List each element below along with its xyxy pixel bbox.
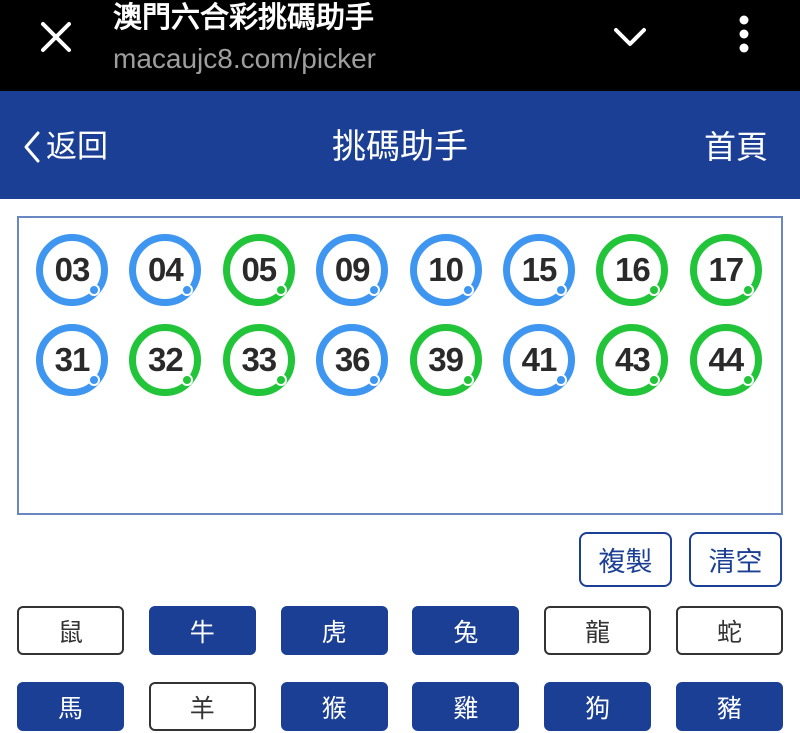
number-ball-value: 32 [148, 341, 184, 378]
number-ball-value: 15 [521, 251, 558, 288]
ball-highlight-icon [555, 284, 567, 296]
number-ball-value: 04 [148, 251, 184, 288]
number-ball[interactable]: 03 [36, 234, 108, 306]
number-ball-value: 10 [428, 251, 464, 288]
number-ball-value: 43 [615, 341, 651, 378]
number-ball[interactable]: 17 [689, 234, 762, 306]
number-ball-value: 33 [241, 341, 277, 378]
number-ball-value: 16 [615, 251, 651, 288]
zodiac-button[interactable]: 虎 [280, 606, 388, 655]
number-ball[interactable]: 41 [503, 324, 575, 396]
ball-highlight-icon [461, 284, 474, 296]
number-ball-value: 09 [334, 251, 371, 288]
number-ball-value: 39 [428, 341, 464, 378]
number-ball[interactable]: 33 [222, 324, 295, 396]
zodiac-button[interactable]: 羊 [148, 682, 256, 731]
zodiac-button[interactable]: 馬 [17, 682, 124, 731]
number-ball-value: 03 [54, 251, 91, 288]
number-ball[interactable]: 10 [409, 234, 482, 306]
ball-highlight-icon [274, 284, 287, 296]
number-ball[interactable]: 15 [503, 234, 575, 306]
clear-button[interactable]: 清空 [689, 532, 782, 587]
more-vert-icon[interactable] [728, 12, 760, 60]
zodiac-button[interactable]: 雞 [412, 682, 520, 731]
number-ball-value: 17 [708, 251, 744, 288]
close-icon[interactable] [36, 17, 76, 57]
ball-highlight-icon [181, 284, 194, 296]
number-ball[interactable]: 43 [596, 324, 669, 396]
ball-highlight-icon [181, 374, 194, 386]
ball-highlight-icon [741, 284, 754, 296]
number-ball[interactable]: 04 [129, 234, 202, 306]
ball-highlight-icon [88, 284, 100, 296]
ball-highlight-icon [368, 284, 381, 296]
number-ball[interactable]: 09 [316, 234, 389, 306]
selected-numbers-panel: 03 04 05 09 10 15 16 17 31 32 33 36 39 41 43 44 [17, 216, 783, 515]
app-header: 返回 挑碼助手 首頁 [0, 91, 800, 199]
zodiac-button[interactable]: 猴 [280, 682, 388, 731]
ball-highlight-icon [88, 374, 100, 386]
ball-highlight-icon [368, 374, 381, 386]
browser-page-title: 澳門六合彩挑碼助手 [113, 0, 375, 34]
number-ball[interactable]: 16 [596, 234, 669, 306]
zodiac-button[interactable]: 狗 [544, 682, 652, 731]
browser-top-bar: 澳門六合彩挑碼助手 macaujc8.com/picker [0, 0, 800, 91]
number-ball[interactable]: 39 [409, 324, 482, 396]
page-title: 挑碼助手 [332, 127, 468, 167]
zodiac-button[interactable]: 鼠 [17, 606, 124, 655]
chevron-down-icon[interactable] [608, 17, 652, 57]
home-link[interactable]: 首頁 [704, 127, 768, 167]
ball-highlight-icon [648, 374, 661, 386]
number-ball-value: 05 [241, 251, 277, 288]
zodiac-button[interactable]: 龍 [544, 606, 652, 655]
number-ball-value: 31 [54, 341, 91, 378]
ball-highlight-icon [648, 284, 661, 296]
browser-url[interactable]: macaujc8.com/picker [113, 42, 376, 76]
ball-highlight-icon [461, 374, 474, 386]
ball-highlight-icon [555, 374, 567, 386]
number-ball-value: 44 [708, 341, 744, 378]
number-ball[interactable]: 05 [222, 234, 295, 306]
number-ball[interactable]: 32 [129, 324, 202, 396]
ball-highlight-icon [741, 374, 754, 386]
ball-highlight-icon [274, 374, 287, 386]
number-ball-value: 41 [521, 341, 558, 378]
zodiac-button[interactable]: 豬 [676, 682, 783, 731]
copy-button[interactable]: 複製 [579, 532, 672, 587]
number-ball[interactable]: 44 [689, 324, 762, 396]
zodiac-button[interactable]: 蛇 [676, 606, 783, 655]
number-ball-value: 36 [334, 341, 371, 378]
zodiac-button[interactable]: 兔 [412, 606, 520, 655]
number-ball[interactable]: 36 [316, 324, 389, 396]
number-ball[interactable]: 31 [36, 324, 108, 396]
zodiac-button[interactable]: 牛 [148, 606, 256, 655]
